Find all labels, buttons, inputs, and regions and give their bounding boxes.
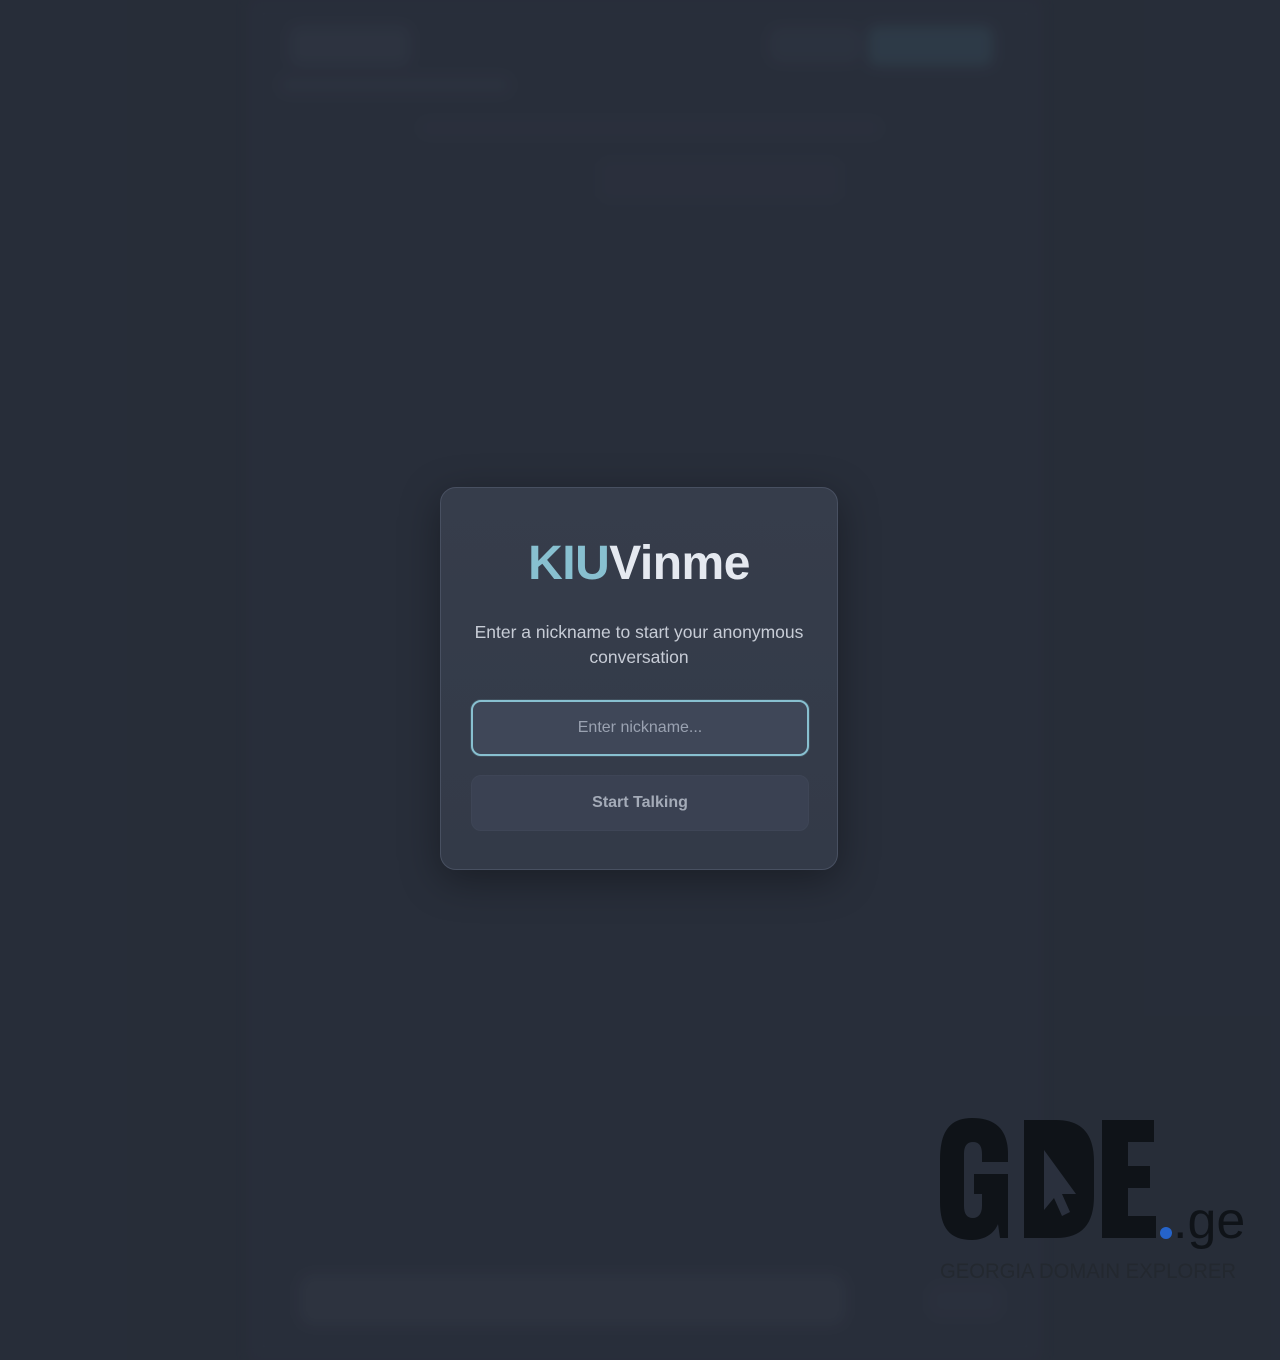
start-talking-button[interactable]: Start Talking <box>471 775 809 831</box>
brand-title-main: Vinme <box>609 537 750 590</box>
modal-subtitle: Enter a nickname to start your anonymous… <box>474 622 804 667</box>
brand-title: KIUVinme <box>441 535 837 593</box>
nickname-input[interactable] <box>471 700 809 756</box>
nickname-modal: KIUVinme Enter a nickname to start your … <box>440 487 838 870</box>
logo-tagline: GEORGIA DOMAIN EXPLORER <box>940 1259 1236 1283</box>
logo-letter-g <box>940 1118 1008 1240</box>
logo-letter-e <box>1102 1120 1156 1238</box>
logo-tld: .ge <box>1173 1192 1245 1250</box>
logo-dot <box>1160 1227 1172 1239</box>
brand-title-accent: KIU <box>528 537 610 590</box>
gde-logo-watermark: .ge GEORGIA DOMAIN EXPLORER <box>940 1118 1245 1283</box>
